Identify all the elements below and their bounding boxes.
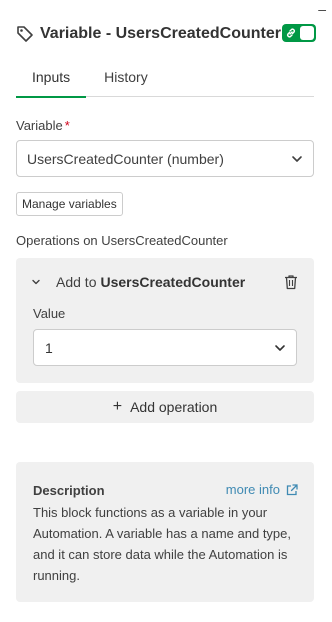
tab-inputs[interactable]: Inputs xyxy=(16,60,87,98)
toggle-knob xyxy=(300,26,314,40)
tab-bar: Inputs History xyxy=(16,60,314,98)
operation-prefix: Add to xyxy=(56,274,97,290)
more-info-link[interactable]: more info xyxy=(226,482,298,497)
tab-history[interactable]: History xyxy=(88,60,164,97)
description-title: Description xyxy=(33,483,105,498)
operations-label: Operations on UsersCreatedCounter xyxy=(16,233,228,248)
external-link-icon xyxy=(286,483,298,496)
value-select[interactable]: 1 xyxy=(33,329,297,366)
variable-select-value: UsersCreatedCounter (number) xyxy=(27,150,224,167)
operation-card: Add to UsersCreatedCounter Value 1 xyxy=(16,258,314,383)
add-operation-button[interactable]: + Add operation xyxy=(16,391,314,423)
description-text: This block functions as a variable in yo… xyxy=(33,505,292,583)
add-operation-label: Add operation xyxy=(130,399,218,415)
operation-header[interactable]: Add to UsersCreatedCounter xyxy=(30,274,245,290)
variable-select[interactable]: UsersCreatedCounter (number) xyxy=(16,140,314,177)
chevron-down-icon[interactable] xyxy=(30,276,42,288)
manage-variables-button[interactable]: Manage variables xyxy=(16,192,123,216)
chevron-down-icon xyxy=(274,342,286,354)
value-select-value: 1 xyxy=(45,339,53,356)
enable-toggle[interactable] xyxy=(282,24,316,42)
more-info-label: more info xyxy=(225,482,280,497)
panel-header: Variable - UsersCreatedCounter xyxy=(16,22,316,46)
minimize-button[interactable]: – xyxy=(318,0,326,18)
panel-title: Variable - UsersCreatedCounter xyxy=(40,25,281,42)
description-card: Description more info This block functio… xyxy=(16,462,314,602)
plus-icon: + xyxy=(112,398,123,415)
variable-label-text: Variable xyxy=(16,118,63,133)
required-mark: * xyxy=(64,118,70,133)
chevron-down-icon xyxy=(291,153,303,165)
variable-label: Variable * xyxy=(16,118,70,133)
tag-icon xyxy=(16,25,34,43)
operation-target: UsersCreatedCounter xyxy=(100,274,246,290)
trash-icon[interactable] xyxy=(284,274,298,290)
link-icon xyxy=(284,26,298,40)
value-label: Value xyxy=(33,306,66,321)
